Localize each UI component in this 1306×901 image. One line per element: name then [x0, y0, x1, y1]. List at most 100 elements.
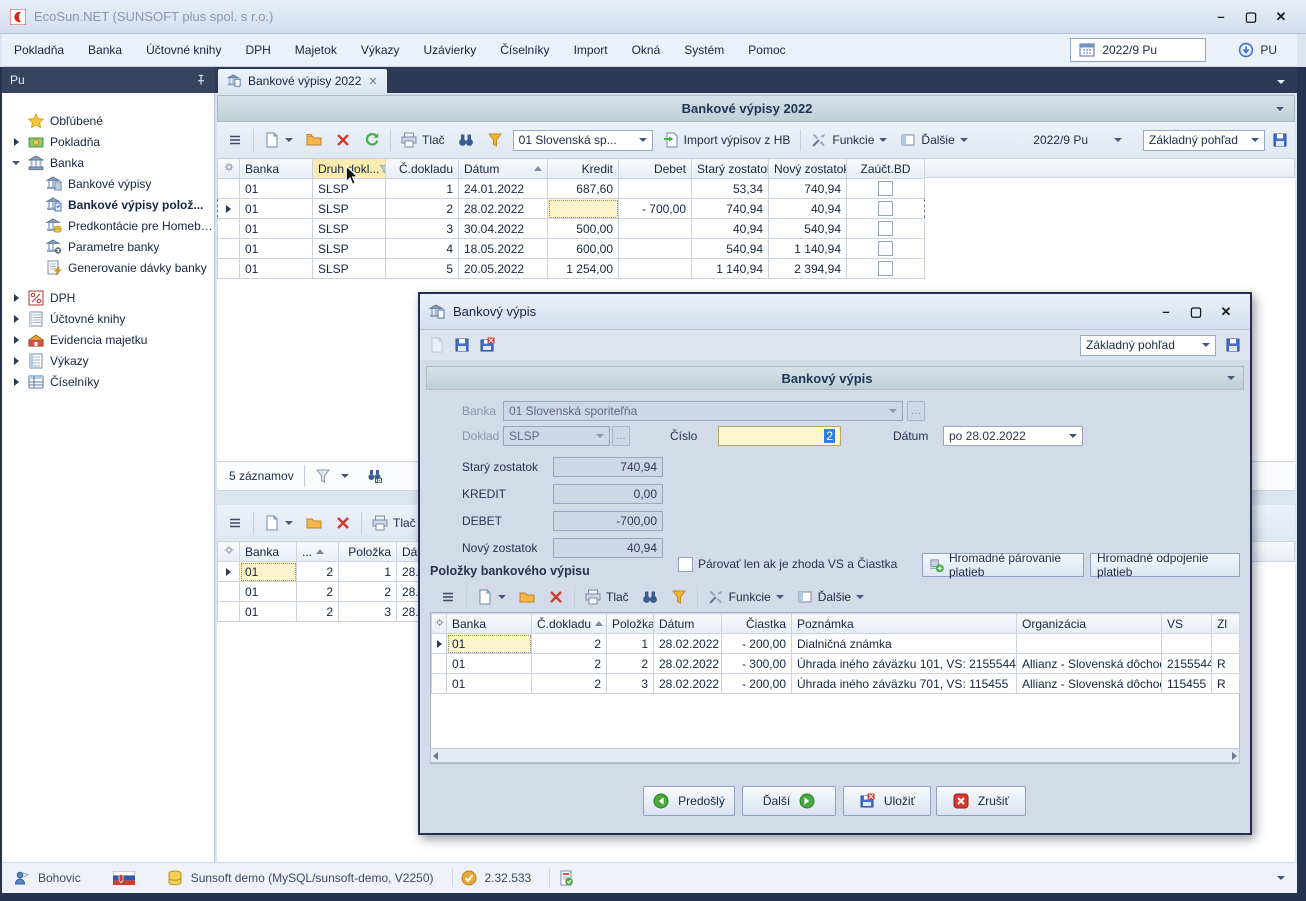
expander-collapsed-icon[interactable]	[10, 138, 22, 146]
open-record-button[interactable]	[303, 130, 325, 150]
menu-vykazy[interactable]: Výkazy	[361, 43, 400, 57]
tree-item-bankove-vypisy-polozky[interactable]: Bankové výpisy polož...	[2, 194, 214, 215]
dialog-view-select[interactable]: Základný pohľad	[1080, 335, 1216, 356]
grid-options-icon[interactable]	[432, 614, 447, 634]
zauct-checkbox[interactable]	[847, 219, 925, 239]
menu-banka[interactable]: Banka	[88, 43, 122, 57]
open-record-button[interactable]	[516, 587, 538, 607]
table-row[interactable]: 01SLSP 520.05.2022 1 254,00 1 140,942 39…	[218, 259, 925, 279]
col-banka[interactable]: Banka	[240, 542, 297, 562]
col-debet[interactable]: Debet	[619, 159, 692, 179]
open-record-button[interactable]	[303, 513, 325, 533]
new-record-dropdown-icon[interactable]	[285, 138, 293, 142]
col-vs[interactable]: VS	[1162, 614, 1212, 634]
refresh-button[interactable]	[361, 130, 383, 150]
menu-pomoc[interactable]: Pomoc	[748, 43, 785, 57]
col-truncated[interactable]: ...	[297, 542, 339, 562]
new-record-dropdown-icon[interactable]	[285, 521, 293, 525]
bulk-pair-button[interactable]: Hromadné párovanie platieb	[922, 553, 1084, 577]
new-record-button[interactable]	[261, 130, 296, 150]
tree-item-pokladna[interactable]: Pokladňa	[2, 131, 214, 152]
tree-item-predkontacie[interactable]: Predkontácie pre Homeba...	[2, 215, 214, 236]
filter-button[interactable]	[484, 130, 506, 150]
col-banka[interactable]: Banka	[447, 614, 532, 634]
menu-okna[interactable]: Okná	[632, 43, 661, 57]
table-row-selected[interactable]: 01SLSP 228.02.2022 - 700,00 740,9440,94	[218, 199, 925, 219]
col-c-dokladu[interactable]: Č.dokladu	[532, 614, 607, 634]
zauct-checkbox[interactable]	[847, 199, 925, 219]
col-organizacia[interactable]: Organizácia	[1017, 614, 1162, 634]
save-view-icon[interactable]	[1272, 132, 1288, 148]
records-filter-icon[interactable]	[315, 468, 331, 484]
cislo-input[interactable]: 2	[718, 426, 841, 446]
toolbar-menu-button[interactable]	[224, 130, 246, 150]
dialog-caption-menu-icon[interactable]	[1227, 376, 1235, 380]
tab-bankove-vypisy[interactable]: Bankové výpisy 2022 ✕	[218, 69, 387, 93]
search-button[interactable]	[639, 587, 661, 607]
col-datum[interactable]: Dátum	[654, 614, 722, 634]
dialog-minimize-icon[interactable]: –	[1151, 303, 1181, 321]
zauct-checkbox[interactable]	[847, 259, 925, 279]
new-record-button[interactable]	[474, 587, 509, 607]
print-button[interactable]: Tlač	[582, 587, 632, 607]
expander-collapsed-icon[interactable]	[10, 336, 22, 344]
table-row[interactable]: 01SLSP 124.01.2022 687,60 53,34740,94	[218, 179, 925, 199]
col-ciastka[interactable]: Čiastka	[722, 614, 792, 634]
col-datum[interactable]: Dátum	[459, 159, 548, 179]
close-icon[interactable]: ✕	[1266, 6, 1296, 28]
toolbar-period-select[interactable]: 2022/9 Pu	[1033, 133, 1122, 147]
menu-system[interactable]: Systém	[684, 43, 724, 57]
tree-item-vykazy[interactable]: Výkazy	[2, 350, 214, 371]
new-record-dropdown-icon[interactable]	[498, 595, 506, 599]
functions-button[interactable]: Funkcie	[808, 130, 890, 150]
col-poznamka[interactable]: Poznámka	[792, 614, 1017, 634]
scroll-right-icon[interactable]	[1232, 752, 1237, 760]
scroll-left-icon[interactable]	[433, 752, 438, 760]
pairing-checkbox[interactable]	[678, 557, 693, 572]
tree-item-banka[interactable]: Banka	[2, 152, 214, 173]
zauct-checkbox[interactable]	[847, 239, 925, 259]
functions-button[interactable]: Funkcie	[705, 587, 787, 607]
more-columns-button[interactable]: Ďalšie	[897, 130, 970, 150]
search-button[interactable]	[455, 130, 477, 150]
grid-options-icon[interactable]	[218, 542, 240, 562]
col-zauct-bd[interactable]: Zaúčt.BD	[847, 159, 925, 179]
print-button[interactable]: Tlač	[369, 513, 419, 533]
period-field[interactable]: 2022/9 Pu	[1070, 38, 1206, 62]
pu-button[interactable]: PU	[1230, 40, 1285, 60]
toolbar-menu-button[interactable]	[224, 513, 246, 533]
table-row[interactable]: 01SLSP 418.05.2022 600,00 540,941 140,94	[218, 239, 925, 259]
tree-item-uctovne-knihy[interactable]: Účtovné knihy	[2, 308, 214, 329]
col-novy-zostatok[interactable]: Nový zostatok	[769, 159, 847, 179]
cancel-button[interactable]: Zrušiť	[936, 786, 1026, 816]
menu-pokladna[interactable]: Pokladňa	[14, 43, 64, 57]
dialog-maximize-icon[interactable]: ▢	[1181, 303, 1211, 321]
datum-select[interactable]: po 28.02.2022	[943, 426, 1083, 446]
delete-record-button[interactable]	[332, 130, 354, 150]
new-record-button[interactable]	[261, 513, 296, 533]
tree-item-bankove-vypisy[interactable]: Bankové výpisy	[2, 173, 214, 194]
tree-item-oblubene[interactable]: Obľúbené	[2, 110, 214, 131]
menu-uctovne-knihy[interactable]: Účtovné knihy	[146, 43, 221, 57]
import-hb-button[interactable]: Import výpisov z HB	[660, 130, 794, 150]
zauct-checkbox[interactable]	[847, 179, 925, 199]
maximize-icon[interactable]: ▢	[1236, 6, 1266, 28]
view-select[interactable]: Základný pohľad	[1143, 130, 1265, 151]
save-icon[interactable]	[454, 337, 470, 353]
expander-collapsed-icon[interactable]	[10, 294, 22, 302]
tab-list-icon[interactable]	[1277, 80, 1285, 84]
table-row[interactable]: 01 2 3 28.02.2022 - 200,00 Úhrada iného …	[432, 674, 1240, 694]
records-filter-dropdown-icon[interactable]	[341, 474, 349, 478]
menu-import[interactable]: Import	[574, 43, 608, 57]
save-view-icon[interactable]	[1225, 337, 1241, 353]
bulk-unpair-button[interactable]: Hromadné odpojenie platieb	[1090, 553, 1240, 577]
tree-item-parametre-banky[interactable]: Parametre banky	[2, 236, 214, 257]
more-columns-button[interactable]: Ďalšie	[794, 587, 867, 607]
menu-majetok[interactable]: Majetok	[295, 43, 337, 57]
tree-item-dph[interactable]: DPH	[2, 287, 214, 308]
col-polozka[interactable]: Položka	[607, 614, 654, 634]
panel-menu-icon[interactable]	[1276, 107, 1284, 111]
expander-expanded-icon[interactable]	[10, 161, 22, 165]
expander-collapsed-icon[interactable]	[10, 378, 22, 386]
filter-button[interactable]	[668, 587, 690, 607]
